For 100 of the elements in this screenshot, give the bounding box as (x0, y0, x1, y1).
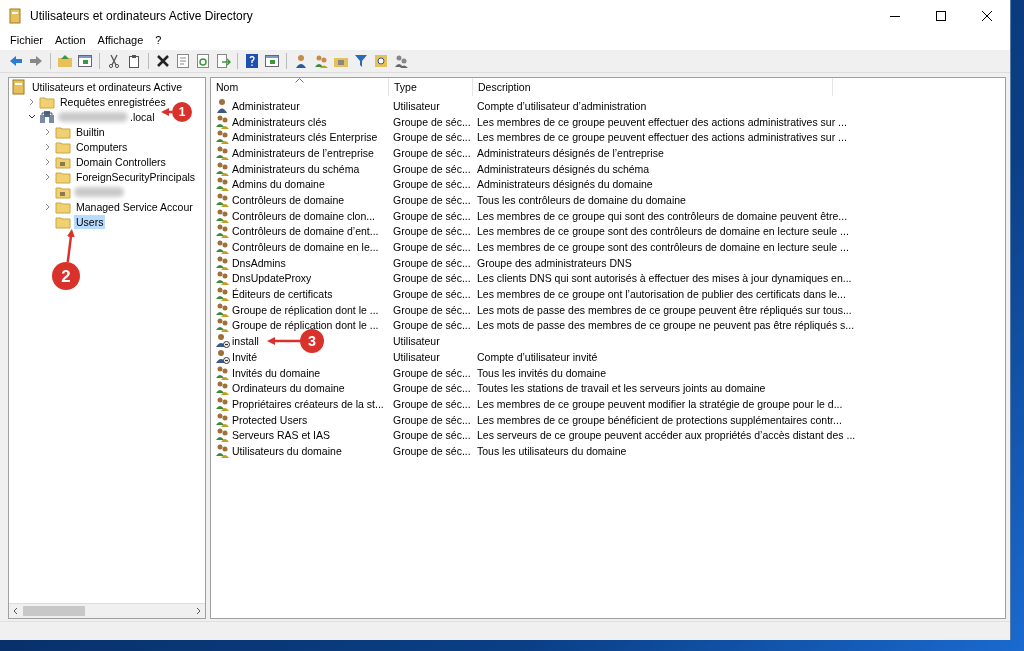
table-cell: Les serveurs de ce groupe peuvent accéder aux propriétés d’accès distant des ... (477, 429, 856, 442)
group-icon (215, 113, 231, 130)
find-icon[interactable] (373, 53, 389, 69)
table-cell[interactable]: Administrateurs clés (232, 115, 327, 128)
folder-up-icon[interactable] (57, 53, 73, 69)
table-cell[interactable]: install (232, 335, 259, 348)
table-cell[interactable]: Serveurs RAS et IAS (232, 429, 331, 442)
table-cell[interactable]: Admins du domaine (232, 178, 325, 191)
table-cell: Groupe de séc... (393, 397, 471, 410)
table-cell: Les membres de ce groupe ont l’autorisation de publier des certificats dans le... (477, 288, 846, 301)
table-cell: Les mots de passe des membres de ce groupe peuvent être répliqués sur tous... (477, 303, 852, 316)
refresh-icon[interactable] (195, 53, 211, 69)
table-cell[interactable]: Invité (232, 350, 258, 363)
new-user-icon[interactable] (293, 53, 309, 69)
table-cell: Les membres de ce groupe sont des contrôleurs de domaine en lecture seule ... (477, 225, 849, 238)
table-cell[interactable]: DnsAdmins (232, 256, 286, 269)
table-cell: Les membres de ce groupe peuvent effectuer des actions administratives sur ... (477, 131, 847, 144)
table-cell: Groupe de séc... (393, 178, 471, 191)
disabled-user-icon (215, 348, 231, 365)
horizontal-scrollbar[interactable] (9, 603, 205, 618)
table-cell: Les membres de ce groupe qui sont des contrôleurs de domaine peuvent être... (477, 209, 848, 222)
table-cell: Groupe de séc... (393, 162, 471, 175)
new-group-icon[interactable] (313, 53, 329, 69)
domain-icon (39, 108, 55, 125)
menu-item[interactable]: Affichage (91, 34, 150, 46)
table-cell: Groupe de séc... (393, 209, 471, 222)
table-cell: Les membres de ce groupe sont des contrôleurs de domaine en lecture seule ... (477, 241, 849, 254)
table-cell: Utilisateur (393, 350, 440, 363)
group-icon (215, 427, 231, 444)
tree-item[interactable]: ForeignSecurityPrincipals (74, 169, 198, 184)
table-cell[interactable]: Contrôleurs de domaine (232, 193, 345, 206)
table-cell: Groupe de séc... (393, 413, 471, 426)
table-cell[interactable]: Ordinateurs du domaine (232, 382, 345, 395)
tree-item[interactable]: .local (128, 109, 157, 124)
menu-item[interactable]: ? (149, 34, 168, 46)
table-cell: Groupe de séc... (393, 115, 471, 128)
table-cell[interactable]: Protected Users (232, 413, 308, 426)
tree-item[interactable]: Utilisateurs et ordinateurs Active (30, 79, 184, 94)
table-cell[interactable]: Invités du domaine (232, 366, 321, 379)
tree-item[interactable]: Requêtes enregistrées (58, 94, 168, 109)
table-cell[interactable]: Administrateur (232, 99, 300, 112)
delete-icon[interactable] (155, 53, 171, 69)
group-icon (215, 144, 231, 161)
table-cell[interactable]: Administrateurs du schéma (232, 162, 360, 175)
scissors-icon[interactable] (106, 53, 122, 69)
table-cell: Les membres de ce groupe peuvent modifier la stratégie de groupe pour le d... (477, 397, 843, 410)
forward-arrow-icon[interactable] (28, 53, 44, 69)
table-cell[interactable]: Contrôleurs de domaine d’ent... (232, 225, 379, 238)
table-cell: Groupe de séc... (393, 429, 471, 442)
group-icon (215, 301, 231, 318)
pane-icon[interactable] (264, 53, 280, 69)
table-cell[interactable]: Propriétaires créateurs de la st... (232, 397, 384, 410)
column-header[interactable]: Nom (211, 78, 389, 96)
group-icon (215, 254, 231, 271)
column-header[interactable]: Type (389, 78, 473, 96)
table-cell: Utilisateur (393, 335, 440, 348)
table-cell[interactable]: Utilisateurs du domaine (232, 444, 342, 457)
clipboard-icon[interactable] (126, 53, 142, 69)
tree-item[interactable]: Computers (74, 139, 130, 154)
filter-icon[interactable] (353, 53, 369, 69)
table-cell[interactable]: Contrôleurs de domaine en le... (232, 241, 379, 254)
column-header[interactable]: Description (473, 78, 833, 96)
export-icon[interactable] (215, 53, 231, 69)
tree-item[interactable]: Builtin (74, 124, 107, 139)
table-cell: Tous les invités du domaine (477, 366, 606, 379)
table-cell[interactable]: DnsUpdateProxy (232, 272, 312, 285)
group-icon (215, 207, 231, 224)
group-icon (215, 442, 231, 459)
table-cell: Groupe de séc... (393, 366, 471, 379)
group-icon (215, 395, 231, 412)
table-cell[interactable]: Éditeurs de certificats (232, 288, 333, 301)
sort-caret-icon (295, 78, 304, 83)
table-cell[interactable]: Contrôleurs de domaine clon... (232, 209, 375, 222)
table-cell: Administrateurs désignés de l’entreprise (477, 146, 664, 159)
table-cell[interactable]: Groupe de réplication dont le ... (232, 319, 379, 332)
table-cell[interactable]: Groupe de réplication dont le ... (232, 303, 379, 316)
group-members-icon[interactable] (393, 53, 409, 69)
table-cell: Les membres de ce groupe peuvent effectuer des actions administratives sur ... (477, 115, 847, 128)
table-cell[interactable]: Administrateurs de l’entreprise (232, 146, 374, 159)
table-cell[interactable]: Administrateurs clés Enterprise (232, 131, 378, 144)
tree-item[interactable]: Managed Service Accour (74, 199, 195, 214)
menu-item[interactable]: Action (49, 34, 92, 46)
table-cell: Groupe de séc... (393, 256, 471, 269)
group-icon (215, 364, 231, 381)
menu-item[interactable]: Fichier (4, 34, 49, 46)
tree-item[interactable]: Users (74, 214, 106, 229)
table-cell: Groupe de séc... (393, 241, 471, 254)
group-icon (215, 317, 231, 334)
table-cell: Utilisateur (393, 99, 440, 112)
tree-item[interactable]: Domain Controllers (74, 154, 168, 169)
pane-icon[interactable] (77, 53, 93, 69)
table-cell: Tous les contrôleurs de domaine du domaine (477, 193, 686, 206)
back-arrow-icon[interactable] (8, 53, 24, 69)
table-cell: Groupe de séc... (393, 146, 471, 159)
app-icon (8, 8, 22, 24)
table-cell: Groupe de séc... (393, 225, 471, 238)
table-cell: Groupe de séc... (393, 193, 471, 206)
help-icon[interactable] (244, 53, 260, 69)
group-icon (215, 129, 231, 146)
table-cell: Les clients DNS qui sont autorisés à effectuer des mises à jour dynamiques en... (477, 272, 852, 285)
